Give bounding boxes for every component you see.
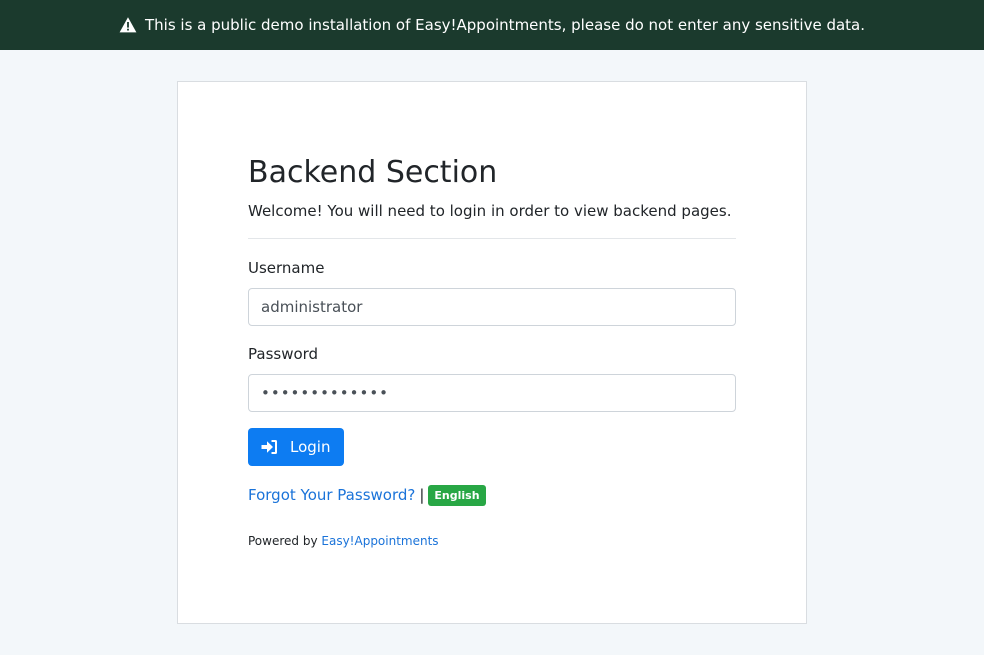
login-form: Backend Section Welcome! You will need t… [248,154,736,550]
links-row: Forgot Your Password? | English [248,484,736,506]
link-separator: | [419,486,425,504]
forgot-password-link[interactable]: Forgot Your Password? [248,484,415,506]
demo-warning-banner: This is a public demo installation of Ea… [0,0,984,50]
banner-text: This is a public demo installation of Ea… [145,16,865,34]
login-card: Backend Section Welcome! You will need t… [177,81,807,624]
language-selector[interactable]: English [428,484,486,506]
page-title: Backend Section [248,155,498,190]
password-label: Password [248,345,319,363]
password-input[interactable] [248,374,736,412]
divider [248,238,736,239]
username-input[interactable] [248,288,736,326]
username-group: Username [248,257,736,326]
login-button[interactable]: Login [248,428,345,466]
powered-by-link[interactable]: Easy!Appointments [321,534,438,548]
powered-by: Powered by Easy!Appointments [248,532,736,550]
welcome-text: Welcome! You will need to login in order… [248,202,732,220]
login-button-label: Login [290,438,331,456]
username-label: Username [248,259,325,277]
password-group: Password [248,343,736,412]
sign-in-icon [261,439,278,455]
warning-triangle-icon [119,16,137,34]
powered-by-text: Powered by [248,534,318,548]
